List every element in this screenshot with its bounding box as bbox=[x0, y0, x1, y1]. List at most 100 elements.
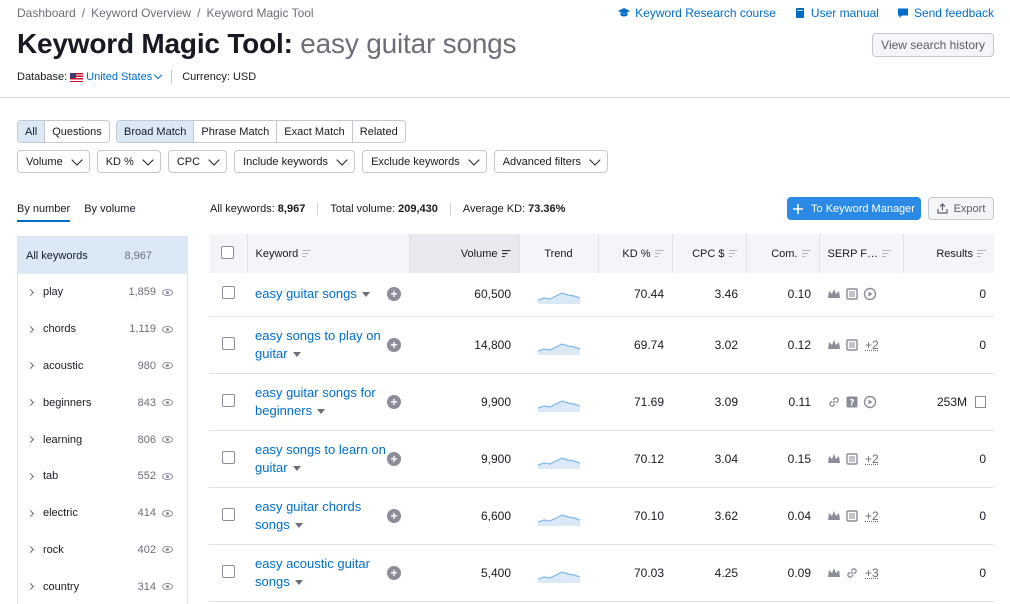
sidebar-item-play[interactable]: play 1,859 bbox=[18, 274, 187, 311]
by-number-tab[interactable]: By number bbox=[17, 203, 70, 222]
keyword-link[interactable]: easy songs to play on guitar bbox=[255, 327, 381, 363]
question-icon[interactable]: ? bbox=[845, 395, 859, 409]
keyword-text: songs bbox=[255, 574, 290, 589]
column-header-kd[interactable]: KD % bbox=[598, 234, 672, 273]
row-checkbox[interactable] bbox=[222, 565, 235, 578]
table-row: easy guitar songs +60,500 70.44 3.46 0.10 0 bbox=[209, 273, 994, 316]
caret-down-icon[interactable] bbox=[293, 352, 301, 357]
add-to-list-icon[interactable]: + bbox=[387, 452, 401, 466]
row-checkbox[interactable] bbox=[222, 451, 235, 464]
keyword-link[interactable]: easy guitar songs for beginners bbox=[255, 384, 376, 420]
serp-more-link[interactable]: +2 bbox=[865, 338, 879, 352]
link-icon[interactable] bbox=[845, 566, 859, 580]
reviews-icon[interactable] bbox=[845, 287, 859, 301]
add-to-list-icon[interactable]: + bbox=[387, 566, 401, 580]
row-checkbox[interactable] bbox=[222, 286, 235, 299]
row-checkbox[interactable] bbox=[222, 394, 235, 407]
column-header-trend[interactable]: Trend bbox=[519, 234, 598, 273]
select-all-checkbox[interactable] bbox=[221, 246, 234, 259]
database-select[interactable]: United States bbox=[70, 71, 161, 83]
keyword-research-course-link[interactable]: Keyword Research course bbox=[618, 6, 776, 20]
crown-icon[interactable] bbox=[827, 287, 841, 301]
to-keyword-manager-button[interactable]: To Keyword Manager bbox=[787, 197, 921, 220]
column-label: Keyword bbox=[256, 248, 299, 260]
column-header-keyword[interactable]: Keyword bbox=[247, 234, 409, 273]
add-to-list-icon[interactable]: + bbox=[387, 287, 401, 301]
database-label: Database: bbox=[17, 71, 67, 83]
crown-icon[interactable] bbox=[827, 509, 841, 523]
sidebar-item-beginners[interactable]: beginners 843 bbox=[18, 384, 187, 421]
by-volume-tab[interactable]: By volume bbox=[84, 203, 135, 222]
breadcrumb-dashboard[interactable]: Dashboard bbox=[17, 6, 76, 20]
exclude-keywords-filter[interactable]: Exclude keywords bbox=[362, 150, 487, 173]
eye-icon[interactable] bbox=[162, 510, 173, 517]
crown-icon[interactable] bbox=[827, 338, 841, 352]
include-keywords-filter[interactable]: Include keywords bbox=[234, 150, 355, 173]
keyword-link[interactable]: easy acoustic guitar songs bbox=[255, 555, 370, 591]
sidebar-item-learning[interactable]: learning 806 bbox=[18, 421, 187, 458]
column-header-competition[interactable]: Com. bbox=[746, 234, 819, 273]
caret-down-icon[interactable] bbox=[362, 292, 370, 297]
video-icon[interactable] bbox=[863, 287, 877, 301]
reviews-icon[interactable] bbox=[845, 509, 859, 523]
keyword-link[interactable]: easy guitar chords songs bbox=[255, 498, 361, 534]
tab-phrase-match[interactable]: Phrase Match bbox=[194, 121, 277, 142]
column-header-results[interactable]: Results bbox=[903, 234, 994, 273]
column-header-cpc[interactable]: CPC $ bbox=[672, 234, 746, 273]
sidebar-item-all-keywords[interactable]: All keywords 8,967 bbox=[18, 237, 187, 274]
tab-broad-match[interactable]: Broad Match bbox=[117, 121, 194, 142]
user-manual-link[interactable]: User manual bbox=[794, 6, 879, 20]
caret-down-icon[interactable] bbox=[295, 523, 303, 528]
eye-icon[interactable] bbox=[162, 399, 173, 406]
column-header-serp-features[interactable]: SERP F… bbox=[819, 234, 903, 273]
tab-exact-match[interactable]: Exact Match bbox=[277, 121, 353, 142]
link-icon[interactable] bbox=[827, 395, 841, 409]
caret-down-icon[interactable] bbox=[317, 409, 325, 414]
eye-icon[interactable] bbox=[162, 546, 173, 553]
keyword-text: easy songs to play on bbox=[255, 328, 381, 343]
caret-down-icon[interactable] bbox=[295, 580, 303, 585]
caret-down-icon[interactable] bbox=[293, 466, 301, 471]
eye-icon[interactable] bbox=[162, 362, 173, 369]
eye-icon[interactable] bbox=[162, 326, 173, 333]
sidebar-item-acoustic[interactable]: acoustic 980 bbox=[18, 348, 187, 385]
sidebar-item-chords[interactable]: chords 1,119 bbox=[18, 311, 187, 348]
sidebar-item-electric[interactable]: electric 414 bbox=[18, 495, 187, 532]
add-to-list-icon[interactable]: + bbox=[387, 338, 401, 352]
keyword-link[interactable]: easy songs to learn on guitar bbox=[255, 441, 386, 477]
reviews-icon[interactable] bbox=[845, 338, 859, 352]
serp-snapshot-icon[interactable] bbox=[975, 396, 986, 408]
column-header-volume[interactable]: Volume bbox=[409, 234, 519, 273]
volume-filter[interactable]: Volume bbox=[17, 150, 90, 173]
row-checkbox[interactable] bbox=[222, 337, 235, 350]
eye-icon[interactable] bbox=[162, 436, 173, 443]
tab-all[interactable]: All bbox=[18, 121, 45, 142]
row-checkbox[interactable] bbox=[222, 508, 235, 521]
crown-icon[interactable] bbox=[827, 566, 841, 580]
tab-questions[interactable]: Questions bbox=[45, 121, 109, 142]
export-button[interactable]: Export bbox=[928, 197, 994, 220]
sidebar-item-rock[interactable]: rock 402 bbox=[18, 532, 187, 569]
reviews-icon[interactable] bbox=[845, 452, 859, 466]
sidebar-item-country[interactable]: country 314 bbox=[18, 568, 187, 604]
add-to-list-icon[interactable]: + bbox=[387, 509, 401, 523]
kd-filter[interactable]: KD % bbox=[97, 150, 161, 173]
eye-icon[interactable] bbox=[162, 473, 173, 480]
row-select-cell bbox=[209, 273, 247, 316]
serp-more-link[interactable]: +3 bbox=[865, 566, 879, 580]
eye-icon[interactable] bbox=[162, 289, 173, 296]
send-feedback-link[interactable]: Send feedback bbox=[897, 6, 994, 20]
view-search-history-button[interactable]: View search history bbox=[872, 33, 994, 57]
serp-more-link[interactable]: +2 bbox=[865, 509, 879, 523]
advanced-filters[interactable]: Advanced filters bbox=[494, 150, 608, 173]
serp-more-link[interactable]: +2 bbox=[865, 452, 879, 466]
keyword-link[interactable]: easy guitar songs bbox=[255, 285, 370, 303]
crown-icon[interactable] bbox=[827, 452, 841, 466]
breadcrumb-keyword-overview[interactable]: Keyword Overview bbox=[91, 6, 191, 20]
add-to-list-icon[interactable]: + bbox=[387, 395, 401, 409]
video-icon[interactable] bbox=[863, 395, 877, 409]
cpc-filter[interactable]: CPC bbox=[168, 150, 227, 173]
sidebar-item-tab[interactable]: tab 552 bbox=[18, 458, 187, 495]
eye-icon[interactable] bbox=[162, 583, 173, 590]
tab-related[interactable]: Related bbox=[353, 121, 405, 142]
